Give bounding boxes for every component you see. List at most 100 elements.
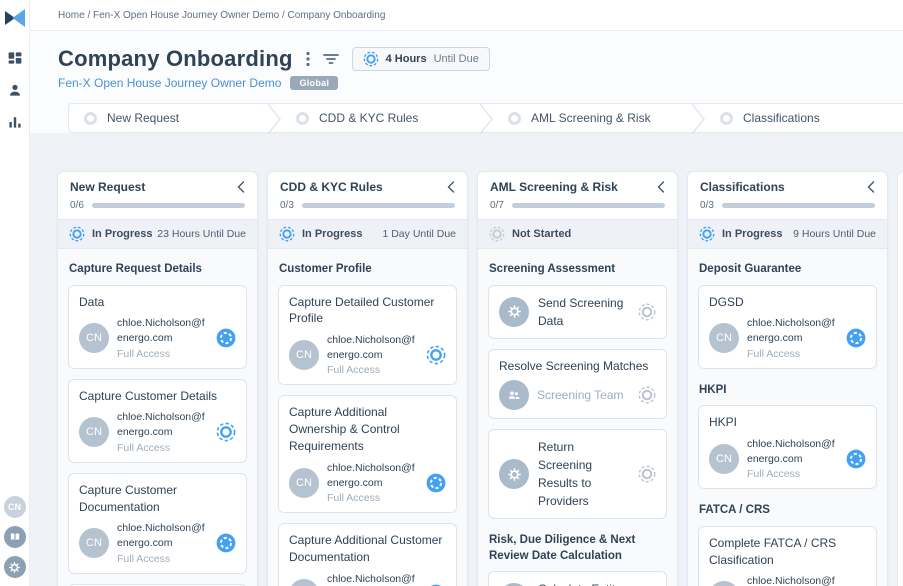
top-bar: Home / Fen-X Open House Journey Owner De… (30, 0, 903, 31)
step-separator-icon (479, 104, 493, 132)
settings-gear-icon[interactable] (4, 556, 26, 578)
journey-stepper: New Request CDD & KYC Rules AML Screenin… (68, 103, 903, 133)
column-new-request: New Request 0/6 In Progress (57, 171, 258, 586)
assignee-email: chloe.Nicholson@fenergo.com (327, 572, 418, 586)
access-level: Full Access (327, 364, 418, 376)
stage-status: In Progress (92, 228, 153, 240)
collapse-column-icon[interactable] (237, 181, 245, 193)
access-level: Full Access (117, 348, 208, 360)
progress-bar (92, 203, 245, 208)
access-level: Full Access (747, 348, 838, 360)
task-card[interactable]: Capture Customer Details CN chloe.Nichol… (68, 379, 247, 463)
task-card[interactable]: Send Screening Data (488, 285, 667, 339)
stage-status: In Progress (302, 228, 363, 240)
breadcrumb[interactable]: Home / Fen-X Open House Journey Owner De… (58, 10, 385, 21)
progress-bar (302, 203, 455, 208)
collapse-column-icon[interactable] (657, 181, 665, 193)
in-progress-icon (363, 51, 379, 67)
access-level: Full Access (117, 442, 208, 454)
task-status-icon[interactable] (638, 303, 656, 321)
kebab-menu-icon[interactable] (306, 51, 310, 67)
task-title: Return Screening Results to Providers (538, 438, 629, 510)
task-card[interactable]: Data CN chloe.Nicholson@fenergo.com Full… (68, 285, 247, 369)
step-aml-screening[interactable]: AML Screening & Risk (493, 104, 691, 132)
task-status-icon[interactable] (846, 328, 866, 348)
assignee-email: chloe.Nicholson@fenergo.com (327, 333, 418, 362)
knowledge-book-icon[interactable] (4, 526, 26, 548)
collapse-column-icon[interactable] (867, 181, 875, 193)
stage-due: 9 Hours Until Due (793, 228, 876, 240)
access-level: Full Access (747, 468, 838, 480)
step-new-request[interactable]: New Request (69, 104, 267, 132)
journey-link[interactable]: Fen-X Open House Journey Owner Demo (58, 76, 281, 90)
task-status-icon[interactable] (638, 386, 656, 404)
group-label: HKPI (699, 383, 876, 399)
column-header: Classifications 0/3 (688, 172, 887, 219)
assignee-email: chloe.Nicholson@fenergo.com (117, 316, 208, 345)
task-card[interactable]: Capture Additional Ownership & Control R… (278, 395, 457, 513)
task-card[interactable]: Capture Customer Documentation CN chloe.… (68, 473, 247, 574)
stage-due: 1 Day Until Due (382, 228, 456, 240)
assignee-email: chloe.Nicholson@fenergo.com (117, 521, 208, 550)
stage-status: In Progress (722, 228, 783, 240)
task-card[interactable]: Calculate Entity Risk Rating (488, 571, 667, 586)
team-icon (499, 380, 529, 410)
task-status-icon[interactable] (216, 533, 236, 553)
task-title: DGSD (709, 294, 866, 311)
task-status-icon[interactable] (216, 328, 236, 348)
main-content: Home / Fen-X Open House Journey Owner De… (30, 0, 903, 586)
reports-icon[interactable] (7, 114, 23, 130)
stage-due: 23 Hours Until Due (157, 228, 246, 240)
task-title: Capture Detailed Customer Profile (289, 294, 446, 328)
task-status-icon[interactable] (216, 422, 236, 442)
task-status-icon[interactable] (426, 345, 446, 365)
task-status-icon[interactable] (846, 449, 866, 469)
task-status-icon[interactable] (426, 473, 446, 493)
task-title: HKPI (709, 414, 866, 431)
filter-icon[interactable] (323, 53, 339, 65)
step-separator-icon (691, 104, 705, 132)
stage-status-row: In Progress 23 Hours Until Due (58, 219, 257, 249)
assignee-email: chloe.Nicholson@fenergo.com (747, 316, 838, 345)
stage-status-row: In Progress 9 Hours Until Due (688, 219, 887, 249)
left-nav-rail: CN (0, 0, 30, 586)
avatar: CN (289, 579, 319, 586)
assignee-email: chloe.Nicholson@fenergo.com (117, 410, 208, 439)
progress-count: 0/6 (70, 200, 84, 211)
task-title: Data (79, 294, 236, 311)
avatar: CN (709, 581, 739, 586)
task-card[interactable]: Complete FATCA / CRS Clasification CN ch… (698, 526, 877, 586)
system-task-gear-icon (499, 459, 529, 489)
task-title: Capture Customer Documentation (79, 482, 236, 516)
group-label: Capture Request Details (69, 262, 246, 278)
step-status-icon (84, 112, 97, 125)
journey-due-badge[interactable]: 4 Hours Until Due (352, 47, 490, 71)
task-card[interactable]: HKPI CN chloe.Nicholson@fenergo.com Full… (698, 405, 877, 489)
not-started-icon (489, 226, 505, 242)
user-icon[interactable] (7, 82, 23, 98)
task-card[interactable]: Return Screening Results to Providers (488, 429, 667, 519)
collapse-column-icon[interactable] (447, 181, 455, 193)
avatar: CN (289, 340, 319, 370)
assignee-email: chloe.Nicholson@fenergo.com (327, 461, 418, 490)
step-classifications[interactable]: Classifications (705, 104, 903, 132)
scope-badge: Global (290, 76, 338, 90)
task-status-icon[interactable] (638, 465, 656, 483)
in-progress-icon (279, 226, 295, 242)
step-cdd-kyc[interactable]: CDD & KYC Rules (281, 104, 479, 132)
step-separator-icon (267, 104, 281, 132)
task-card[interactable]: Resolve Screening Matches Screening Team (488, 349, 667, 420)
dashboard-icon[interactable] (7, 50, 23, 66)
column-cdd-kyc: CDD & KYC Rules 0/3 In Progress (267, 171, 468, 586)
task-card[interactable]: Capture Detailed Customer Profile CN chl… (278, 285, 457, 386)
column-header: CDD & KYC Rules 0/3 (268, 172, 467, 219)
avatar: CN (79, 528, 109, 558)
task-title: Resolve Screening Matches (499, 358, 656, 375)
access-level: Full Access (327, 492, 418, 504)
page-header: Company Onboarding 4 Hours Until Due (30, 31, 903, 133)
avatar: CN (79, 417, 109, 447)
fenergo-logo-icon[interactable] (3, 6, 27, 30)
task-card[interactable]: DGSD CN chloe.Nicholson@fenergo.com Full… (698, 285, 877, 369)
task-card[interactable]: Capture Additional Customer Documentatio… (278, 523, 457, 586)
user-avatar[interactable]: CN (4, 496, 26, 518)
